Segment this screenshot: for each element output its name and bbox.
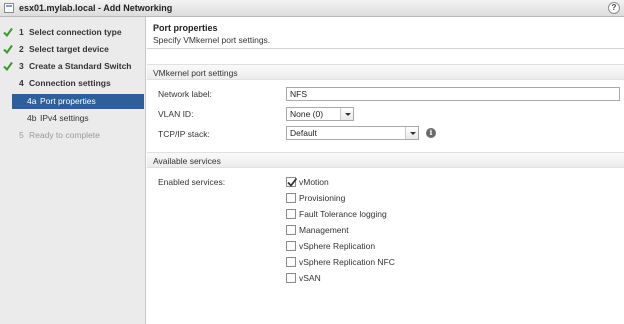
- service-label: Fault Tolerance logging: [299, 209, 387, 219]
- page-title: Port properties: [153, 23, 218, 33]
- section-heading: VMkernel port settings: [153, 68, 238, 78]
- step-label: Ready to complete: [29, 130, 100, 140]
- app-window-icon: [4, 3, 14, 13]
- step-number: 4a: [27, 96, 37, 106]
- step-ipv4-settings[interactable]: 4b IPv4 settings: [12, 111, 144, 126]
- step-number: 5: [19, 130, 24, 140]
- wizard-content: Port properties Specify VMkernel port se…: [147, 17, 624, 324]
- tcpip-stack-select[interactable]: Default: [286, 126, 419, 140]
- service-label: Management: [299, 225, 349, 235]
- step-label: IPv4 settings: [40, 113, 89, 123]
- checkbox[interactable]: [286, 209, 296, 219]
- network-label-input[interactable]: [286, 87, 620, 101]
- step-number: 3: [19, 61, 24, 71]
- wizard-steps-sidebar: 1 Select connection type 2 Select target…: [0, 17, 146, 324]
- vlan-id-select[interactable]: None (0): [286, 107, 354, 121]
- chevron-down-icon[interactable]: [405, 127, 418, 139]
- step-ready-to-complete: 5 Ready to complete: [0, 128, 146, 143]
- checkbox-checked[interactable]: [286, 177, 298, 187]
- step-label: Create a Standard Switch: [29, 61, 132, 71]
- window-title: esx01.mylab.local - Add Networking: [19, 3, 173, 13]
- service-label: Provisioning: [299, 193, 346, 203]
- checkbox[interactable]: [286, 225, 296, 235]
- service-label: vMotion: [299, 177, 329, 187]
- enabled-services-label: Enabled services:: [158, 177, 226, 187]
- network-label-label: Network label:: [158, 89, 212, 99]
- step-select-connection-type[interactable]: 1 Select connection type: [0, 25, 146, 40]
- chevron-down-icon[interactable]: [340, 108, 353, 120]
- step-connection-settings[interactable]: 4 Connection settings: [0, 76, 146, 91]
- info-icon[interactable]: i: [426, 128, 436, 138]
- checkbox[interactable]: [286, 257, 296, 267]
- step-label: Select target device: [29, 44, 109, 54]
- service-label: vSAN: [299, 273, 321, 283]
- checkbox[interactable]: [286, 273, 296, 283]
- step-number: 2: [19, 44, 24, 54]
- checkbox[interactable]: [286, 241, 296, 251]
- tcpip-stack-value: Default: [290, 128, 317, 138]
- page-subtitle: Specify VMkernel port settings.: [153, 35, 271, 45]
- step-create-standard-switch[interactable]: 3 Create a Standard Switch: [0, 59, 146, 74]
- step-port-properties[interactable]: 4a Port properties: [12, 94, 144, 109]
- checkbox[interactable]: [286, 193, 296, 203]
- page-header: Port properties Specify VMkernel port se…: [147, 17, 624, 49]
- vlan-id-value: None (0): [290, 109, 324, 119]
- tcpip-stack-label: TCP/IP stack:: [158, 129, 210, 139]
- vlan-id-label: VLAN ID:: [158, 109, 194, 119]
- service-label: vSphere Replication: [299, 241, 376, 251]
- checkmark-icon: [3, 61, 13, 71]
- section-vmkernel-port-settings: VMkernel port settings: [147, 64, 624, 80]
- step-label: Select connection type: [29, 27, 122, 37]
- step-select-target-device[interactable]: 2 Select target device: [0, 42, 146, 57]
- section-heading: Available services: [153, 156, 221, 166]
- service-label: vSphere Replication NFC: [299, 257, 395, 267]
- section-available-services: Available services: [147, 152, 624, 168]
- step-number: 4: [19, 78, 24, 88]
- step-label: Port properties: [40, 96, 96, 106]
- checkmark-icon: [287, 177, 298, 187]
- step-label: Connection settings: [29, 78, 111, 88]
- window-titlebar: esx01.mylab.local - Add Networking ?: [0, 0, 624, 17]
- help-icon[interactable]: ?: [608, 2, 620, 14]
- step-number: 1: [19, 27, 24, 37]
- checkmark-icon: [3, 44, 13, 54]
- step-number: 4b: [27, 113, 37, 123]
- checkmark-icon: [3, 27, 13, 37]
